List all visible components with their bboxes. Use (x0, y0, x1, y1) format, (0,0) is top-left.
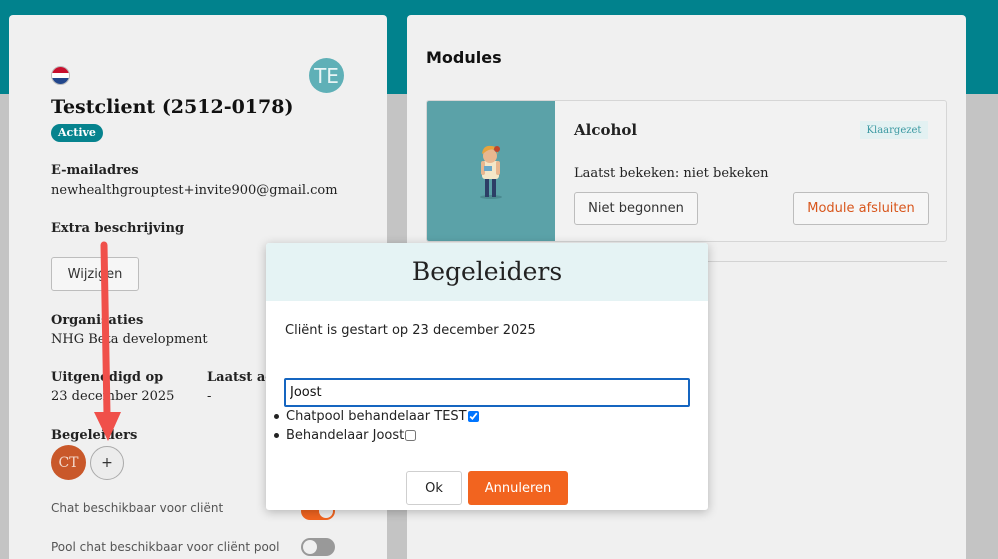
annotation-arrow-icon (94, 241, 121, 441)
